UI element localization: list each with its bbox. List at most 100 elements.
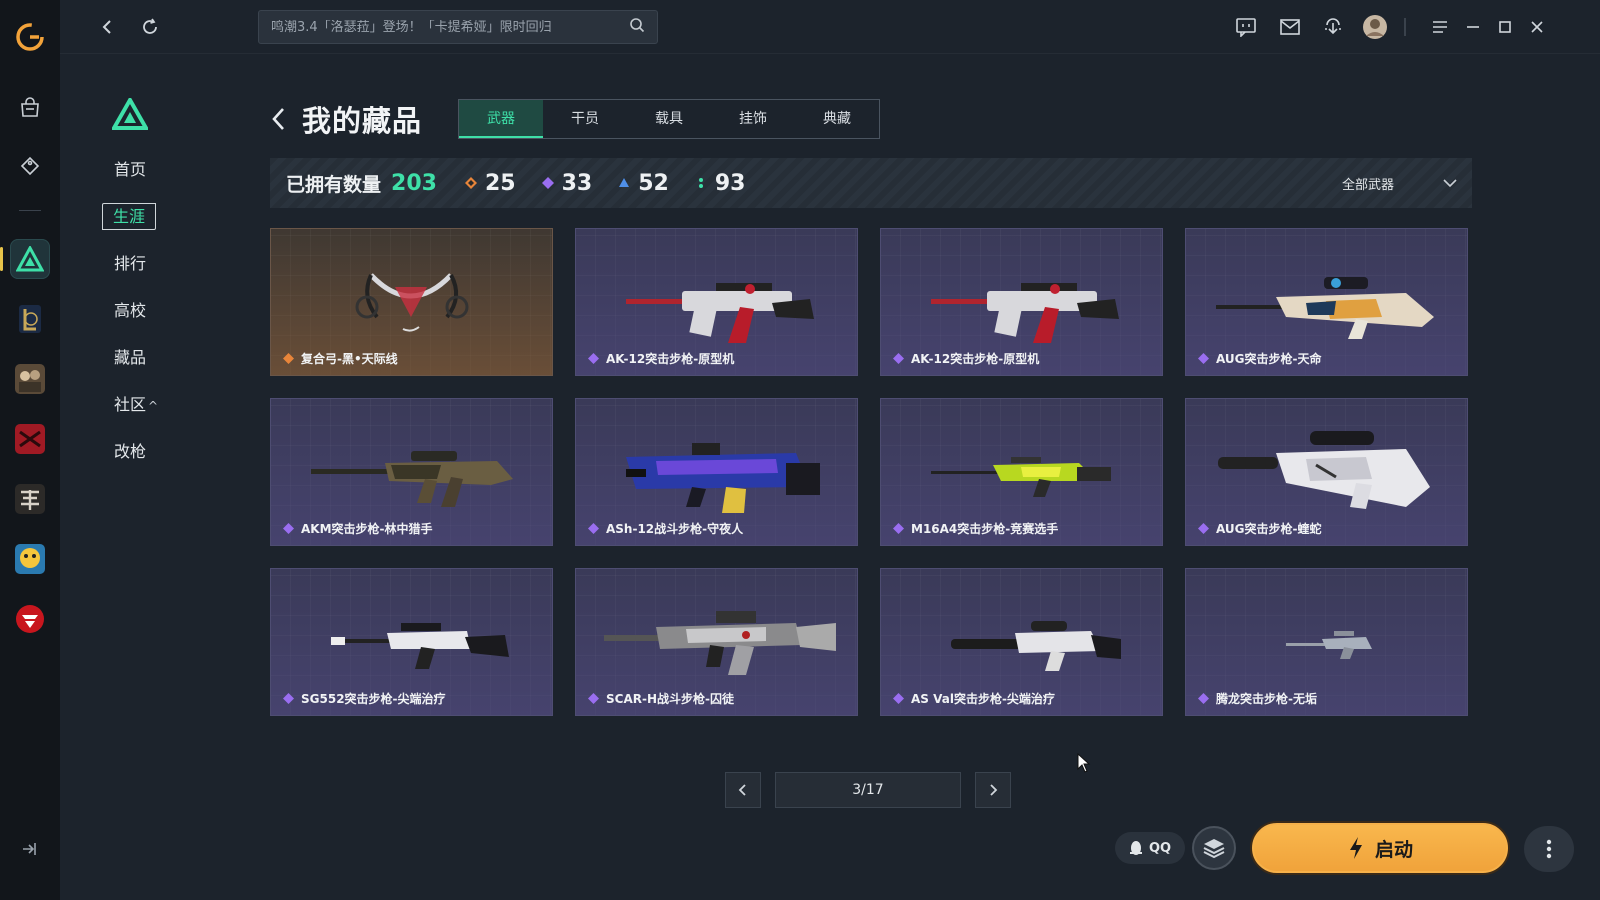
weapon-card[interactable]: SG552突击步枪-尖端治疗 bbox=[270, 568, 553, 716]
close-icon[interactable] bbox=[1524, 14, 1550, 40]
weapon-card[interactable]: AUG突击步枪-天命 bbox=[1185, 228, 1468, 376]
game-pubg-icon[interactable] bbox=[10, 359, 50, 399]
weapon-skin-image bbox=[291, 587, 534, 683]
weapon-card[interactable]: ASh-12战斗步枪-守夜人 bbox=[575, 398, 858, 546]
weapon-name: 复合弓-黑•天际线 bbox=[301, 352, 398, 366]
weapon-card[interactable]: SCAR-H战斗步枪-囚徒 bbox=[575, 568, 858, 716]
purple-gem-icon bbox=[893, 693, 904, 704]
weapon-name: M16A4突击步枪-竞赛选手 bbox=[911, 522, 1059, 536]
weapon-card[interactable]: AS Val突击步枪-尖端治疗 bbox=[880, 568, 1163, 716]
weapon-skin-image bbox=[596, 417, 839, 513]
search-bar[interactable] bbox=[258, 10, 658, 44]
purple-gem-icon bbox=[1198, 693, 1209, 704]
maximize-icon[interactable] bbox=[1492, 14, 1518, 40]
nav-label: 社区 bbox=[114, 395, 147, 414]
nav-item-career[interactable]: 生涯 bbox=[100, 193, 200, 240]
weapon-grid: 复合弓-黑•天际线 AK-12突击步枪-原型机 AK-12突击步枪-原型机 AUG突击… bbox=[270, 228, 1472, 716]
purple-gem-icon bbox=[283, 693, 294, 704]
rarity-count-green: 93 bbox=[695, 171, 745, 196]
nav-item-collection[interactable]: 藏品 bbox=[100, 334, 200, 381]
game-sub-nav: 首页 生涯 排行 高校 藏品 社区 ^ 改枪 bbox=[100, 95, 200, 475]
back-icon[interactable] bbox=[94, 14, 120, 40]
filter-label: 全部武器 bbox=[1341, 177, 1394, 193]
prev-page-button[interactable] bbox=[725, 772, 761, 808]
store-bag-icon[interactable] bbox=[8, 86, 52, 130]
nav-label: 排行 bbox=[114, 254, 147, 273]
chat-icon[interactable] bbox=[1233, 14, 1259, 40]
owned-label: 已拥有数量 bbox=[286, 173, 382, 196]
next-page-button[interactable] bbox=[975, 772, 1011, 808]
nav-item-gunsmith[interactable]: 改枪 bbox=[100, 428, 200, 475]
search-icon[interactable] bbox=[629, 17, 645, 37]
game-league-icon[interactable] bbox=[10, 299, 50, 339]
tab-treasures[interactable]: 典藏 bbox=[795, 100, 879, 138]
game-crossfire-icon[interactable] bbox=[10, 599, 50, 639]
weapon-skin-image bbox=[1206, 417, 1449, 513]
weapon-card[interactable]: M16A4突击步枪-竞赛选手 bbox=[880, 398, 1163, 546]
nav-item-community[interactable]: 社区 ^ bbox=[100, 381, 200, 428]
purple-gem-icon bbox=[893, 523, 904, 534]
tab-charms[interactable]: 挂饰 bbox=[711, 100, 795, 138]
nav-item-college[interactable]: 高校 bbox=[100, 287, 200, 334]
weapon-card[interactable]: AKM突击步枪-林中猎手 bbox=[270, 398, 553, 546]
launch-game-button[interactable]: 启动 bbox=[1250, 821, 1510, 875]
tag-icon[interactable] bbox=[8, 144, 52, 188]
purple-gem-icon bbox=[1198, 523, 1209, 534]
app-logo-icon[interactable] bbox=[15, 22, 45, 52]
weapon-label: SG552突击步枪-尖端治疗 bbox=[283, 690, 446, 707]
qq-login-button[interactable]: QQ bbox=[1115, 832, 1185, 864]
more-options-button[interactable] bbox=[1524, 826, 1574, 872]
collapse-sidebar-icon[interactable] bbox=[20, 840, 38, 862]
game-delta-force-icon[interactable] bbox=[0, 239, 50, 279]
rarity-value: 25 bbox=[484, 170, 516, 196]
avatar[interactable] bbox=[1362, 14, 1388, 40]
weapon-name: AK-12突击步枪-原型机 bbox=[606, 352, 735, 366]
weapon-card[interactable]: AK-12突击步枪-原型机 bbox=[880, 228, 1163, 376]
mouse-cursor-icon bbox=[1077, 753, 1091, 773]
rarity-value: 33 bbox=[561, 170, 593, 196]
weapon-skin-image bbox=[596, 587, 839, 683]
weapon-card[interactable]: 复合弓-黑•天际线 bbox=[270, 228, 553, 376]
rarity-value: 52 bbox=[638, 170, 669, 196]
purple-gem-icon bbox=[893, 353, 904, 364]
lightning-icon bbox=[1349, 837, 1362, 859]
pagination: 3/17 bbox=[725, 772, 1011, 808]
nav-label: 高校 bbox=[114, 301, 147, 320]
menu-icon[interactable] bbox=[1427, 14, 1453, 40]
minimize-icon[interactable] bbox=[1460, 14, 1486, 40]
weapon-card[interactable]: 腾龙突击步枪-无垢 bbox=[1185, 568, 1468, 716]
weapon-card[interactable]: AK-12突击步枪-原型机 bbox=[575, 228, 858, 376]
weapon-label: AK-12突击步枪-原型机 bbox=[588, 350, 734, 367]
nav-item-ranking[interactable]: 排行 bbox=[100, 240, 200, 287]
mail-icon[interactable] bbox=[1277, 14, 1303, 40]
tab-vehicles[interactable]: 载具 bbox=[627, 100, 711, 138]
game-red-icon[interactable] bbox=[10, 419, 50, 459]
launch-label: 启动 bbox=[1374, 838, 1413, 861]
weapon-card[interactable]: AUG突击步枪-蝰蛇 bbox=[1185, 398, 1468, 546]
app-rail bbox=[0, 0, 60, 900]
purple-gem-icon bbox=[1198, 353, 1209, 364]
weapon-skin-image bbox=[901, 587, 1144, 683]
weapon-skin-image bbox=[1206, 247, 1449, 343]
page-indicator: 3/17 bbox=[775, 772, 961, 808]
weapon-label: SCAR-H战斗步枪-囚徒 bbox=[588, 690, 734, 707]
tab-weapons[interactable]: 武器 bbox=[459, 100, 544, 138]
tab-operators[interactable]: 干员 bbox=[543, 100, 627, 138]
qq-label: QQ bbox=[1148, 840, 1172, 856]
topbar-divider bbox=[1404, 18, 1406, 36]
game-yellow-icon[interactable] bbox=[10, 539, 50, 579]
download-icon[interactable] bbox=[1320, 14, 1346, 40]
weapon-skin-image bbox=[291, 417, 534, 513]
weapon-label: ASh-12战斗步枪-守夜人 bbox=[588, 520, 743, 537]
chevron-down-icon bbox=[1443, 179, 1457, 188]
nav-item-home[interactable]: 首页 bbox=[100, 146, 200, 193]
weapon-name: SG552突击步枪-尖端治疗 bbox=[301, 692, 446, 706]
back-chevron-icon[interactable] bbox=[270, 104, 292, 134]
refresh-icon[interactable] bbox=[137, 14, 163, 40]
search-input[interactable] bbox=[271, 19, 629, 35]
game-wuxia-icon[interactable] bbox=[10, 479, 50, 519]
weapon-label: AKM突击步枪-林中猎手 bbox=[283, 520, 433, 537]
security-shield-button[interactable] bbox=[1192, 826, 1236, 870]
purple-gem-icon bbox=[541, 177, 554, 189]
weapon-filter-dropdown[interactable]: 全部武器 bbox=[1342, 158, 1458, 208]
